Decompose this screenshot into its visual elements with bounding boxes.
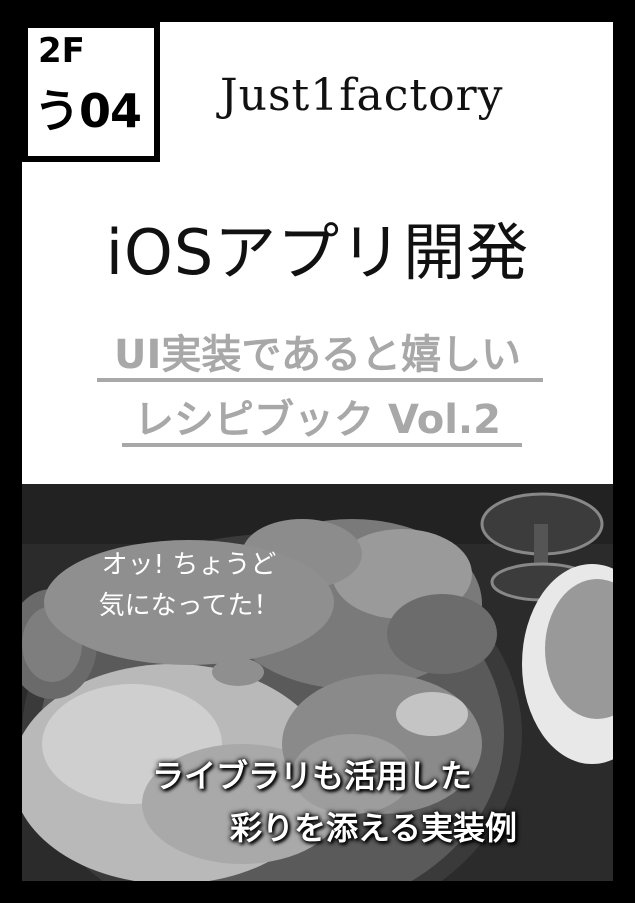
speech-bubble-tail	[212, 658, 264, 686]
tagline-line-2: 彩りを添える実装例	[230, 809, 518, 847]
booth-floor: 2F	[38, 31, 85, 71]
booth-label: 2F う04	[22, 22, 160, 162]
book-title: iOSアプリ開発	[105, 216, 530, 289]
subtitle-line-1: UI実装であると嬉しい	[114, 332, 521, 378]
subtitle-line-2: レシピブック Vol.2	[134, 397, 501, 443]
subtitle-underline-1	[97, 378, 543, 382]
speech-text-line-1: オッ! ちょうど	[101, 550, 277, 580]
speech-text-line-2: 気になってた！	[98, 591, 280, 621]
circle-name: Just1factory	[220, 70, 504, 121]
book-cover: 2F う04 Just1factory iOSアプリ開発 UI実装であると嬉しい…	[0, 0, 635, 903]
subtitle-underline-2	[122, 443, 522, 447]
booth-number: う04	[34, 84, 142, 138]
tagline-line-1: ライブラリも活用した	[152, 757, 473, 795]
